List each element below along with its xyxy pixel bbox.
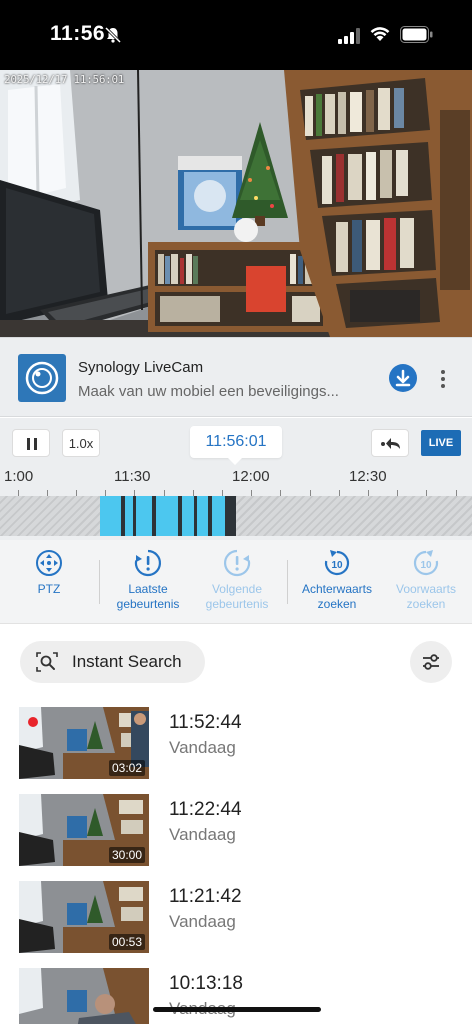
action-divider <box>287 560 288 604</box>
event-day: Vandaag <box>169 825 236 844</box>
filter-button[interactable] <box>410 641 452 683</box>
alert-icon <box>134 549 162 577</box>
instant-search-button[interactable]: Instant Search <box>20 641 205 683</box>
home-indicator[interactable] <box>153 1007 321 1012</box>
next-event-label: Volgende gebeurtenis <box>205 582 269 611</box>
ptz-button[interactable]: PTZ <box>3 548 95 597</box>
event-time: 11:52:44 <box>169 712 242 733</box>
last-event-button[interactable]: Laatste gebeurtenis <box>102 548 194 612</box>
status-time: 11:56 <box>50 22 106 45</box>
search-forward-label: Voorwaarts zoeken <box>395 582 457 611</box>
download-icon <box>395 369 411 387</box>
timeline-event-marker <box>208 496 212 536</box>
cellular-signal-icon <box>338 28 360 44</box>
livecam-app-icon <box>18 354 66 402</box>
ptz-label: PTZ <box>37 582 61 596</box>
timeline-event-marker <box>152 496 156 536</box>
action-bar: PTZ Laatste gebeurtenis Volgende gebeurt… <box>0 540 472 624</box>
bell-muted-icon <box>104 26 122 44</box>
search-forward-button[interactable]: 10 Voorwaarts zoeken <box>380 548 472 612</box>
event-list-item[interactable]: 00:53 11:21:42 Vandaag <box>0 881 472 953</box>
svg-text:10: 10 <box>420 560 432 571</box>
timeline-track[interactable] <box>0 496 472 536</box>
search-backward-label: Achterwaarts zoeken <box>301 582 373 611</box>
event-time: 11:21:42 <box>169 886 242 907</box>
banner-subtitle: Maak van uw mobiel een beveiligings... <box>78 383 339 400</box>
pause-button[interactable] <box>12 429 50 457</box>
instant-search-icon <box>36 652 58 672</box>
event-time: 11:22:44 <box>169 799 242 820</box>
time-pointer <box>228 458 242 465</box>
next-event-icon <box>223 549 251 577</box>
download-button[interactable] <box>389 364 417 392</box>
event-list-item[interactable]: 03:02 11:52:44 Vandaag <box>0 707 472 779</box>
timeline-tick-label: 12:00 <box>232 468 270 485</box>
sliders-icon <box>423 654 439 670</box>
event-thumbnail: 30:00 <box>19 794 149 866</box>
playback-controls: 1.0x 11:56:01 LIVE <box>0 418 472 466</box>
timeline-tick-label: 1:00 <box>4 468 34 485</box>
rewind-10-icon: 10 <box>324 550 350 576</box>
battery-icon <box>400 26 433 43</box>
current-time-display[interactable]: 11:56:01 <box>190 426 282 458</box>
instant-search-label: Instant Search <box>72 652 182 671</box>
timeline-recording-segment[interactable] <box>100 496 225 536</box>
event-duration: 30:00 <box>108 847 145 863</box>
timeline-tick-label: 11:30 <box>114 468 151 485</box>
next-event-button[interactable]: Volgende gebeurtenis <box>191 548 283 612</box>
camera-scene <box>0 70 472 337</box>
recording-indicator <box>28 717 38 727</box>
event-duration: 00:53 <box>108 934 145 950</box>
event-duration: 03:02 <box>108 760 145 776</box>
app-promo-banner[interactable]: Synology LiveCam Maak van uw mobiel een … <box>0 337 472 417</box>
timeline-event-marker <box>225 496 236 536</box>
event-time: 10:13:18 <box>169 973 243 994</box>
forward-10-icon: 10 <box>413 550 439 576</box>
timeline[interactable]: 1:00 11:30 12:00 12:30 <box>0 466 472 540</box>
video-timestamp: 2025/12/17 11:56:01 <box>4 73 125 86</box>
timeline-event-marker <box>194 496 197 536</box>
event-thumbnail: 00:53 <box>19 881 149 953</box>
svg-text:10: 10 <box>331 560 343 571</box>
live-button[interactable]: LIVE <box>421 430 461 456</box>
more-options-icon[interactable] <box>438 368 448 390</box>
event-day: Vandaag <box>169 738 236 757</box>
event-thumbnail: 03:02 <box>19 707 149 779</box>
event-list-item[interactable]: 30:00 11:22:44 Vandaag <box>0 794 472 866</box>
event-day: Vandaag <box>169 912 236 931</box>
status-bar: 11:56 <box>0 0 472 70</box>
pause-icon <box>27 438 37 450</box>
search-backward-button[interactable]: 10 Achterwaarts zoeken <box>291 548 383 612</box>
wifi-icon <box>370 27 390 41</box>
ptz-icon <box>36 550 62 576</box>
timeline-event-marker <box>178 496 182 536</box>
banner-title: Synology LiveCam <box>78 359 204 376</box>
playback-speed-button[interactable]: 1.0x <box>62 429 100 457</box>
last-event-label: Laatste gebeurtenis <box>116 582 180 611</box>
return-to-current-button[interactable] <box>371 429 409 457</box>
timeline-event-marker <box>133 496 136 536</box>
return-arrow-icon <box>381 438 400 449</box>
event-list-item[interactable]: 10:13:18 Vandaag <box>0 968 472 1024</box>
timeline-event-marker <box>121 496 125 536</box>
action-divider <box>99 560 100 604</box>
camera-video-feed[interactable]: 2025/12/17 11:56:01 <box>0 70 472 337</box>
event-thumbnail <box>19 968 149 1024</box>
timeline-tick-label: 12:30 <box>349 468 387 485</box>
